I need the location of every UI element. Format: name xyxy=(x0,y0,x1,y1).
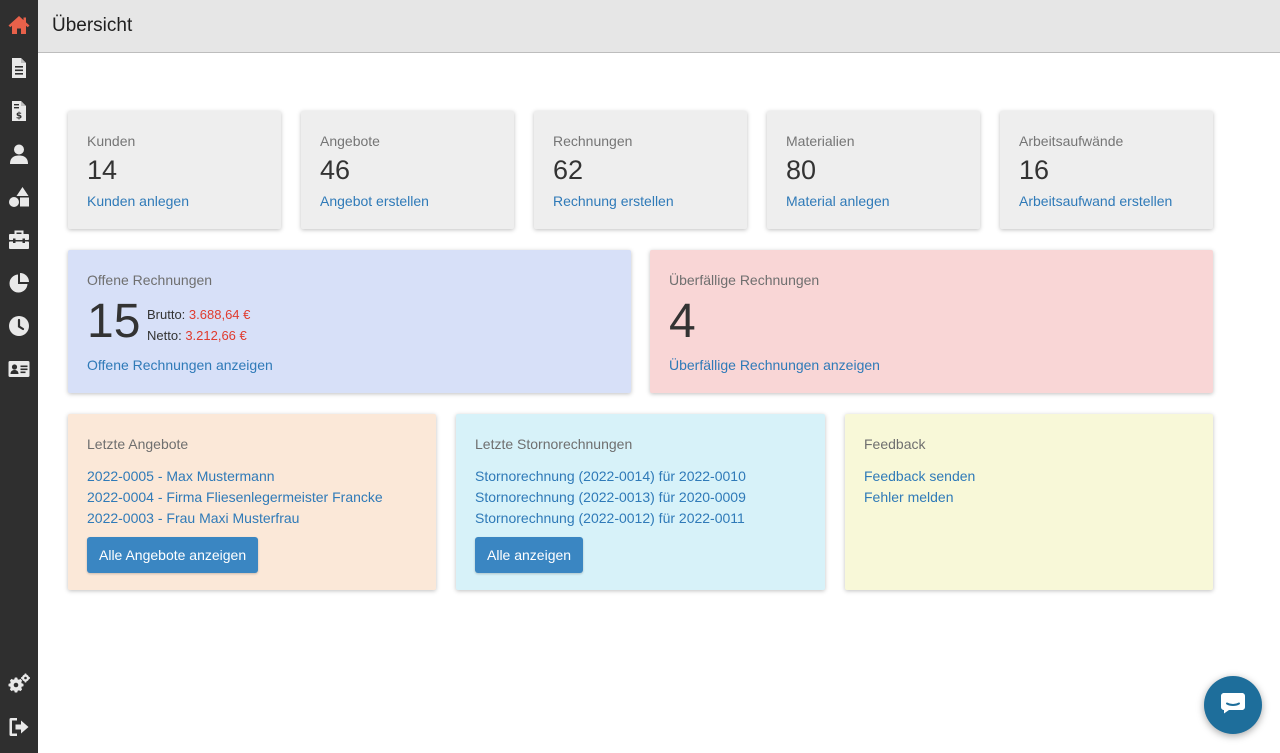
create-offer-link[interactable]: Angebot erstellen xyxy=(320,193,429,209)
sidebar-item-documents[interactable] xyxy=(0,50,38,86)
show-all-cancellations-button[interactable]: Alle anzeigen xyxy=(475,537,584,573)
stat-label: Materialien xyxy=(786,133,855,149)
logout-icon xyxy=(7,715,31,739)
show-open-invoices-link[interactable]: Offene Rechnungen anzeigen xyxy=(87,357,273,373)
netto-value: 3.212,66 € xyxy=(185,328,247,343)
sidebar-item-logout[interactable] xyxy=(0,709,38,745)
shapes-icon xyxy=(7,185,31,209)
recent-cancellations-panel: Letzte Stornorechnungen Stornorechnung (… xyxy=(456,414,825,590)
home-icon xyxy=(7,13,31,37)
offer-link[interactable]: 2022-0005 - Max Mustermann xyxy=(87,466,383,487)
stat-count: 80 xyxy=(786,155,817,185)
sidebar-item-work[interactable] xyxy=(0,222,38,258)
brutto-label: Brutto: xyxy=(147,307,186,322)
recent-offers-label: Letzte Angebote xyxy=(87,436,189,452)
overdue-invoices-label: Überfällige Rechnungen xyxy=(669,272,820,288)
stat-card-offers: Angebote 46 Angebot erstellen xyxy=(301,111,514,229)
recent-offers-list: 2022-0005 - Max Mustermann 2022-0004 - F… xyxy=(87,466,383,529)
show-overdue-invoices-link[interactable]: Überfällige Rechnungen anzeigen xyxy=(669,357,880,373)
document-icon xyxy=(7,56,31,80)
stat-label: Arbeitsaufwände xyxy=(1019,133,1124,149)
clock-icon xyxy=(7,314,31,338)
toolbox-icon xyxy=(7,228,31,252)
report-bug-link[interactable]: Fehler melden xyxy=(864,487,975,508)
offer-link[interactable]: 2022-0004 - Firma Fliesenlegermeister Fr… xyxy=(87,487,383,508)
invoice-icon: $ xyxy=(7,99,31,123)
stat-card-customers: Kunden 14 Kunden anlegen xyxy=(68,111,281,229)
stat-count: 46 xyxy=(320,155,351,185)
overdue-invoices-count: 4 xyxy=(669,295,696,348)
brutto-value: 3.688,64 € xyxy=(188,307,251,322)
send-feedback-link[interactable]: Feedback senden xyxy=(864,466,975,487)
stat-card-materials: Materialien 80 Material anlegen xyxy=(767,111,980,229)
settings-icon xyxy=(7,672,31,696)
open-invoices-panel: Offene Rechnungen 15 Brutto: 3.688,64 € … xyxy=(68,250,631,393)
feedback-list: Feedback senden Fehler melden xyxy=(864,466,975,508)
stat-label: Kunden xyxy=(87,133,136,149)
stat-card-invoices: Rechnungen 62 Rechnung erstellen xyxy=(534,111,747,229)
feedback-panel: Feedback Feedback senden Fehler melden xyxy=(845,414,1213,590)
create-invoice-link[interactable]: Rechnung erstellen xyxy=(553,193,674,209)
stat-label: Rechnungen xyxy=(553,133,633,149)
feedback-label: Feedback xyxy=(864,436,926,452)
create-material-link[interactable]: Material anlegen xyxy=(786,193,890,209)
top-bar: Übersicht xyxy=(38,0,1280,53)
svg-text:$: $ xyxy=(16,112,22,122)
brutto-row: Brutto: 3.688,64 € xyxy=(147,304,250,325)
sidebar-item-customers[interactable] xyxy=(0,136,38,172)
sidebar-item-settings[interactable] xyxy=(0,666,38,702)
recent-offers-panel: Letzte Angebote 2022-0005 - Max Musterma… xyxy=(68,414,436,590)
open-invoices-amounts: Brutto: 3.688,64 € Netto: 3.212,66 € xyxy=(147,304,250,346)
recent-cancellations-list: Stornorechnung (2022-0014) für 2022-0010… xyxy=(475,466,746,529)
cancellation-link[interactable]: Stornorechnung (2022-0013) für 2020-0009 xyxy=(475,487,746,508)
chat-button[interactable] xyxy=(1204,676,1262,734)
chat-icon xyxy=(1220,692,1246,719)
netto-row: Netto: 3.212,66 € xyxy=(147,325,250,346)
cancellation-link[interactable]: Stornorechnung (2022-0012) für 2022-0011 xyxy=(475,508,746,529)
recent-cancellations-label: Letzte Stornorechnungen xyxy=(475,436,633,452)
sidebar-item-materials[interactable] xyxy=(0,179,38,215)
overdue-invoices-panel: Überfällige Rechnungen 4 Überfällige Rec… xyxy=(650,250,1213,393)
show-all-offers-button[interactable]: Alle Angebote anzeigen xyxy=(87,537,259,573)
sidebar-item-invoices[interactable]: $ xyxy=(0,93,38,129)
sidebar-item-reports[interactable] xyxy=(0,265,38,301)
offer-link[interactable]: 2022-0003 - Frau Maxi Musterfrau xyxy=(87,508,383,529)
sidebar: $ xyxy=(0,0,38,753)
sidebar-item-time[interactable] xyxy=(0,308,38,344)
pie-chart-icon xyxy=(7,271,31,295)
stat-count: 16 xyxy=(1019,155,1050,185)
sidebar-item-contacts[interactable] xyxy=(0,351,38,387)
user-icon xyxy=(7,142,31,166)
sidebar-item-home[interactable] xyxy=(0,7,38,43)
create-work-effort-link[interactable]: Arbeitsaufwand erstellen xyxy=(1019,193,1172,209)
contact-card-icon xyxy=(7,357,31,381)
stat-count: 14 xyxy=(87,155,118,185)
stat-label: Angebote xyxy=(320,133,380,149)
cancellation-link[interactable]: Stornorechnung (2022-0014) für 2022-0010 xyxy=(475,466,746,487)
create-customer-link[interactable]: Kunden anlegen xyxy=(87,193,189,209)
stat-count: 62 xyxy=(553,155,584,185)
stat-card-work-efforts: Arbeitsaufwände 16 Arbeitsaufwand erstel… xyxy=(1000,111,1213,229)
netto-label: Netto: xyxy=(147,328,182,343)
open-invoices-count: 15 xyxy=(87,295,141,348)
page-title: Übersicht xyxy=(52,15,133,36)
open-invoices-label: Offene Rechnungen xyxy=(87,272,213,288)
